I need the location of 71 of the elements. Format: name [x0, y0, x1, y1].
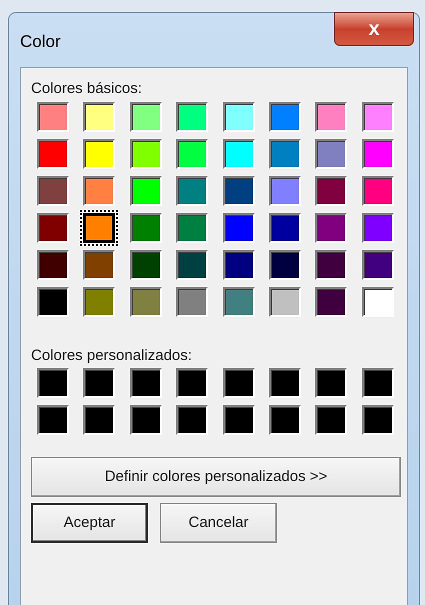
- color-swatch[interactable]: [362, 250, 394, 280]
- color-swatch[interactable]: [37, 213, 69, 243]
- color-swatch[interactable]: [362, 405, 394, 435]
- color-swatch[interactable]: [362, 287, 394, 317]
- color-swatch[interactable]: [176, 250, 208, 280]
- color-swatch[interactable]: [130, 139, 162, 169]
- color-swatch[interactable]: [130, 176, 162, 206]
- color-swatch[interactable]: [37, 139, 69, 169]
- color-swatch[interactable]: [268, 176, 301, 206]
- dialog-button[interactable]: Aceptar: [31, 503, 148, 543]
- color-swatch[interactable]: [83, 287, 116, 317]
- color-swatch[interactable]: [362, 213, 394, 243]
- color-swatch[interactable]: [362, 176, 394, 206]
- color-swatch[interactable]: [315, 405, 348, 435]
- color-swatch[interactable]: [37, 102, 69, 132]
- color-swatch[interactable]: [268, 139, 301, 169]
- color-swatch[interactable]: [268, 102, 301, 132]
- color-swatch[interactable]: [83, 368, 116, 398]
- color-swatch[interactable]: [37, 250, 69, 280]
- color-swatch[interactable]: [315, 250, 348, 280]
- color-swatch[interactable]: [315, 213, 348, 243]
- color-swatch[interactable]: [222, 139, 254, 169]
- color-swatch[interactable]: [37, 368, 69, 398]
- color-swatch[interactable]: [83, 213, 116, 243]
- color-swatch[interactable]: [315, 287, 348, 317]
- color-swatch[interactable]: [362, 102, 394, 132]
- color-swatch[interactable]: [268, 368, 301, 398]
- color-swatch[interactable]: [176, 368, 208, 398]
- color-swatch[interactable]: [37, 287, 69, 317]
- color-swatch[interactable]: [268, 287, 301, 317]
- color-swatch[interactable]: [268, 405, 301, 435]
- color-swatch[interactable]: [176, 213, 208, 243]
- define-custom-colors-button[interactable]: Definir colores personalizados >>: [31, 457, 401, 497]
- custom-colors-label: Colores personalizados:: [31, 346, 193, 366]
- color-swatch[interactable]: [268, 250, 301, 280]
- color-swatch[interactable]: [176, 139, 208, 169]
- color-swatch[interactable]: [83, 250, 116, 280]
- color-swatch[interactable]: [222, 213, 254, 243]
- dialog-button[interactable]: Cancelar: [160, 503, 277, 543]
- color-swatch[interactable]: [315, 139, 348, 169]
- color-swatch[interactable]: [222, 176, 254, 206]
- color-swatch[interactable]: [222, 368, 254, 398]
- color-swatch[interactable]: [176, 287, 208, 317]
- color-swatch[interactable]: [222, 250, 254, 280]
- color-swatch[interactable]: [176, 102, 208, 132]
- color-swatch[interactable]: [83, 405, 116, 435]
- color-swatch[interactable]: [222, 405, 254, 435]
- color-swatch[interactable]: [362, 139, 394, 169]
- close-button[interactable]: x: [334, 12, 414, 46]
- color-swatch[interactable]: [222, 287, 254, 317]
- color-swatch[interactable]: [37, 405, 69, 435]
- color-swatch[interactable]: [268, 213, 301, 243]
- color-swatch[interactable]: [222, 102, 254, 132]
- color-swatch[interactable]: [315, 102, 348, 132]
- color-swatch[interactable]: [130, 287, 162, 317]
- color-swatch[interactable]: [362, 368, 394, 398]
- color-swatch[interactable]: [130, 102, 162, 132]
- basic-colors-label: Colores básicos:: [31, 79, 143, 99]
- color-swatch[interactable]: [83, 139, 116, 169]
- color-swatch[interactable]: [130, 250, 162, 280]
- color-swatch[interactable]: [130, 213, 162, 243]
- color-swatch[interactable]: [176, 176, 208, 206]
- color-swatch[interactable]: [83, 176, 116, 206]
- color-swatch[interactable]: [315, 368, 348, 398]
- color-swatch[interactable]: [176, 405, 208, 435]
- window-title: Color: [20, 31, 61, 53]
- color-swatch[interactable]: [37, 176, 69, 206]
- color-swatch[interactable]: [315, 176, 348, 206]
- color-swatch[interactable]: [130, 368, 162, 398]
- color-swatch[interactable]: [130, 405, 162, 435]
- color-swatch[interactable]: [83, 102, 116, 132]
